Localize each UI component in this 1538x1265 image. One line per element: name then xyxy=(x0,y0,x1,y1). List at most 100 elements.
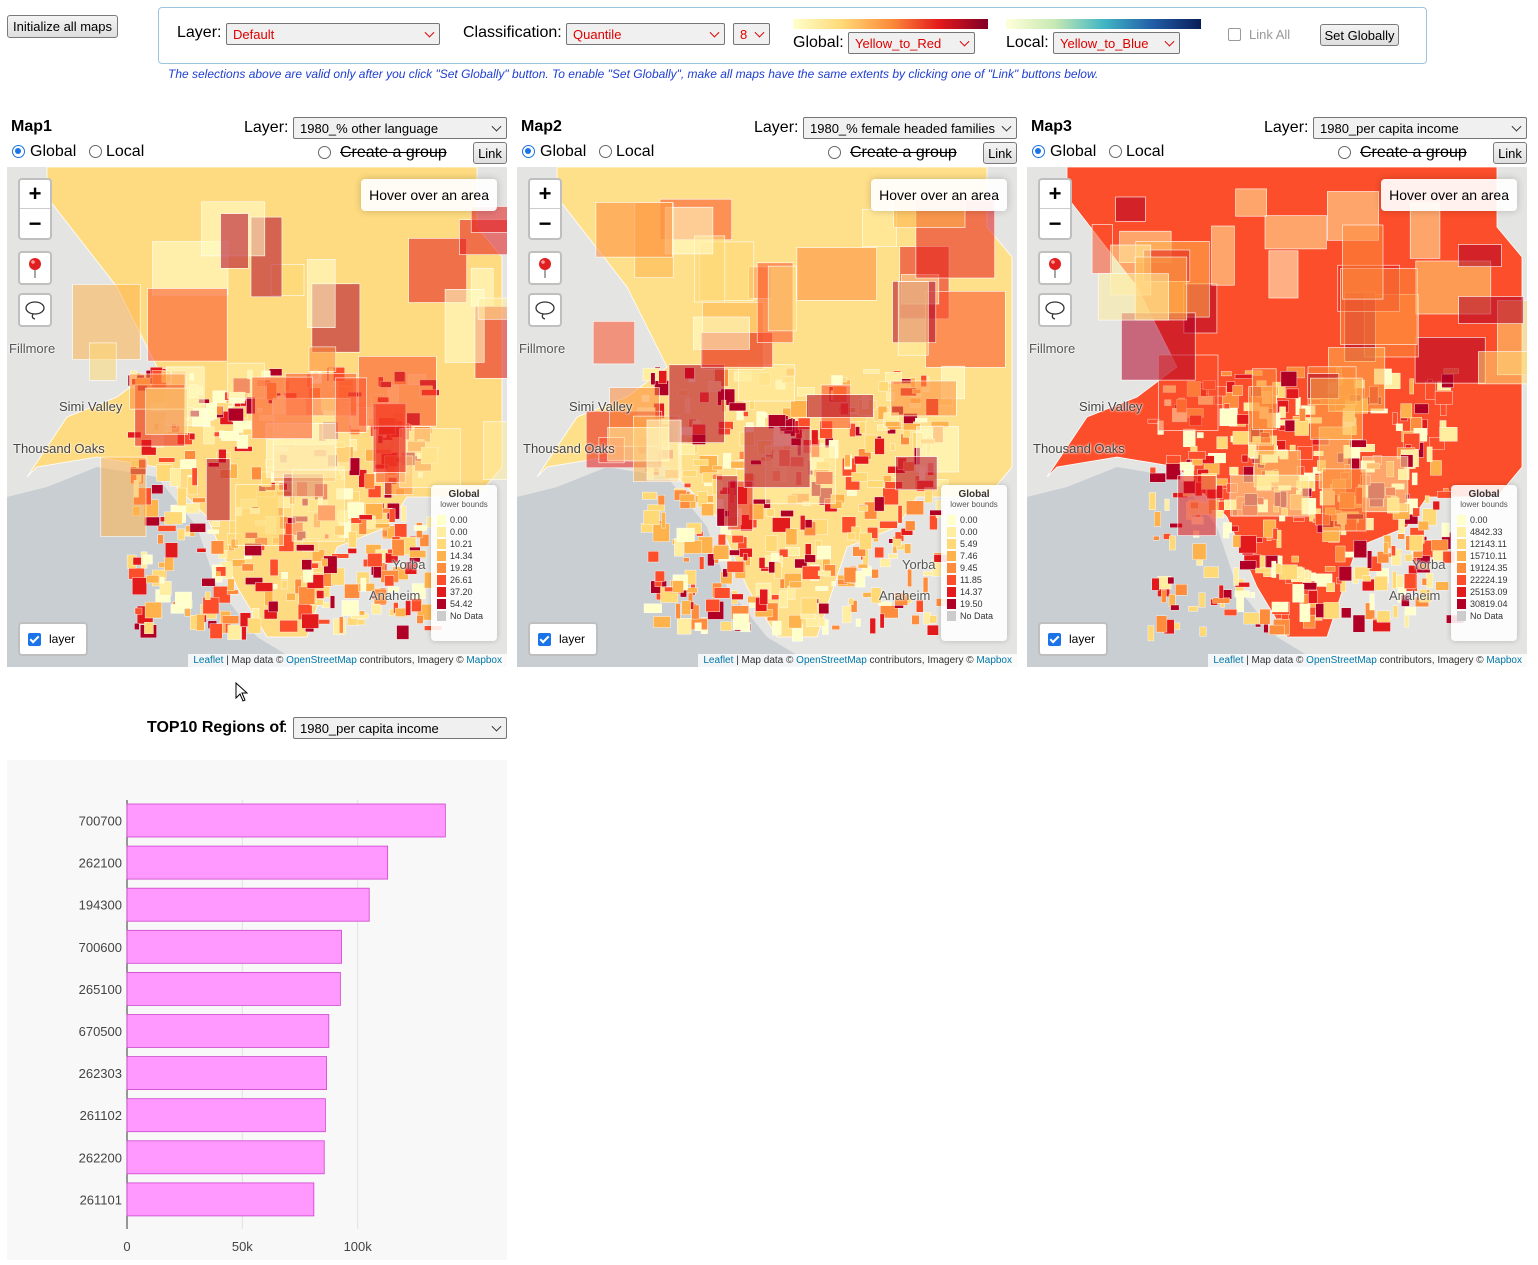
set-globally-button[interactable]: Set Globally xyxy=(1320,24,1399,46)
chart-bar-670500[interactable] xyxy=(126,1014,330,1048)
map2-marker-tool[interactable] xyxy=(528,251,562,285)
legend-subtitle: lower bounds xyxy=(950,500,998,509)
legend-row: 22224.19 xyxy=(1457,574,1511,586)
map3-local-radio[interactable] xyxy=(1109,145,1122,158)
legend-swatch xyxy=(437,539,446,549)
checkbox-checked-icon[interactable] xyxy=(538,632,551,646)
checkbox-checked-icon[interactable] xyxy=(1048,632,1061,646)
top10-variable-select[interactable]: 1980_per capita income xyxy=(293,717,507,739)
link-all-label: Link All xyxy=(1249,27,1291,42)
chart-bar-700700[interactable] xyxy=(126,803,446,838)
map1-zoom-control: + − xyxy=(18,178,52,240)
leaflet-link[interactable]: Leaflet xyxy=(703,655,733,666)
local-color-select[interactable]: Yellow_to_Blue xyxy=(1053,32,1180,54)
map2-lasso-tool[interactable] xyxy=(528,293,562,327)
initialize-all-maps-button[interactable]: Initialize all maps xyxy=(7,15,118,38)
map2-link-button[interactable]: Link xyxy=(983,142,1017,164)
mapbox-link[interactable]: Mapbox xyxy=(1486,655,1522,666)
chart-bar-261101[interactable] xyxy=(126,1182,315,1217)
layer-select[interactable]: Default xyxy=(226,23,440,45)
zoom-out-button[interactable]: − xyxy=(1040,209,1070,238)
legend-row: 15710.11 xyxy=(1457,550,1511,562)
map1-canvas[interactable]: Fillmore Simi Valley Thousand Oaks Yorba Ana… xyxy=(7,167,507,667)
osm-link[interactable]: OpenStreetMap xyxy=(796,655,867,666)
legend-title: Global xyxy=(448,489,480,500)
legend-subtitle: lower bounds xyxy=(1460,500,1508,509)
map3-link-button[interactable]: Link xyxy=(1493,142,1527,164)
map3-layer-select[interactable]: 1980_per capita income xyxy=(1313,117,1527,139)
map3-marker-tool[interactable] xyxy=(1038,251,1072,285)
map2-canvas[interactable]: Fillmore Simi Valley Thousand Oaks Yorba Ana… xyxy=(517,167,1017,667)
mapbox-link[interactable]: Mapbox xyxy=(466,655,502,666)
map3-layer-toggle[interactable]: layer xyxy=(1038,622,1108,656)
map3-create-group-radio[interactable] xyxy=(1338,146,1351,159)
classification-select[interactable]: Quantile xyxy=(566,23,725,45)
chart-bar-262303[interactable] xyxy=(126,1056,327,1091)
legend-swatch xyxy=(947,599,956,609)
map2-local-radio[interactable] xyxy=(599,145,612,158)
osm-link[interactable]: OpenStreetMap xyxy=(1306,655,1377,666)
map2-layer-toggle[interactable]: layer xyxy=(528,622,598,656)
map1-layer-toggle[interactable]: layer xyxy=(18,622,88,656)
legend-row: 0.00 xyxy=(437,526,491,538)
place-label: Thousand Oaks xyxy=(523,441,615,456)
chart-bar-261102[interactable] xyxy=(126,1098,326,1133)
legend-row: 14.37 xyxy=(947,586,1001,598)
chevron-down-icon xyxy=(424,27,435,38)
map2-global-radio[interactable] xyxy=(522,145,535,158)
map1-lasso-tool[interactable] xyxy=(18,293,52,327)
map3-lasso-tool[interactable] xyxy=(1038,293,1072,327)
legend-swatch xyxy=(947,563,956,573)
checkbox-checked-icon[interactable] xyxy=(28,632,41,646)
zoom-out-button[interactable]: − xyxy=(530,209,560,238)
legend-row: 26.61 xyxy=(437,574,491,586)
classification-label: Classification: xyxy=(463,24,562,41)
legend-row: 0.00 xyxy=(947,514,1001,526)
link-all-checkbox[interactable] xyxy=(1228,28,1241,41)
place-label: Fillmore xyxy=(1029,341,1076,356)
legend-swatch xyxy=(947,527,956,537)
zoom-in-button[interactable]: + xyxy=(1040,180,1070,209)
leaflet-link[interactable]: Leaflet xyxy=(1213,655,1243,666)
map1-layer-select[interactable]: 1980_% other language xyxy=(293,117,507,139)
legend-swatch xyxy=(947,551,956,561)
place-label: Yorba xyxy=(392,557,426,572)
chart-category-label: 700600 xyxy=(79,940,122,955)
map1-marker-tool[interactable] xyxy=(18,251,52,285)
osm-link[interactable]: OpenStreetMap xyxy=(286,655,357,666)
attribution-text: | Map data © xyxy=(733,655,797,666)
map2-create-group-label: Create a group xyxy=(850,144,957,161)
classes-count-select[interactable]: 8 xyxy=(733,23,770,45)
map2-create-group-radio[interactable] xyxy=(828,146,841,159)
map3-canvas[interactable]: Fillmore Simi Valley Thousand Oaks Yorba Ana… xyxy=(1027,167,1527,667)
legend-row: 19124.35 xyxy=(1457,562,1511,574)
map2-layer-select[interactable]: 1980_% female headed families xyxy=(803,117,1017,139)
global-color-select[interactable]: Yellow_to_Red xyxy=(848,32,975,54)
map1-link-button[interactable]: Link xyxy=(473,142,507,164)
map1-local-label: Local xyxy=(106,143,145,160)
map1-global-radio[interactable] xyxy=(12,145,25,158)
chart-bar-262100[interactable] xyxy=(126,845,389,880)
legend-row: No Data xyxy=(437,610,491,622)
map3-global-radio[interactable] xyxy=(1032,145,1045,158)
zoom-out-button[interactable]: − xyxy=(20,209,50,238)
leaflet-link[interactable]: Leaflet xyxy=(193,655,223,666)
chart-category-label: 265100 xyxy=(79,982,122,997)
chart-bar-262200[interactable] xyxy=(126,1140,325,1175)
chart-bar-194300[interactable] xyxy=(126,887,370,922)
zoom-in-button[interactable]: + xyxy=(20,180,50,209)
chart-bar-700600[interactable] xyxy=(126,929,342,964)
chevron-down-icon xyxy=(754,27,765,38)
classes-count-value: 8 xyxy=(740,26,748,42)
chart-bar-265100[interactable] xyxy=(126,971,341,1006)
map1-create-group-radio[interactable] xyxy=(318,146,331,159)
zoom-in-button[interactable]: + xyxy=(530,180,560,209)
map3-layer-label: Layer: xyxy=(1264,119,1309,136)
map1-create-group-label: Create a group xyxy=(340,144,447,161)
legend-value: 37.20 xyxy=(450,587,473,597)
legend-row: 37.20 xyxy=(437,586,491,598)
legend-value: 14.37 xyxy=(960,587,983,597)
map1-local-radio[interactable] xyxy=(89,145,102,158)
mapbox-link[interactable]: Mapbox xyxy=(976,655,1012,666)
legend-swatch xyxy=(947,587,956,597)
